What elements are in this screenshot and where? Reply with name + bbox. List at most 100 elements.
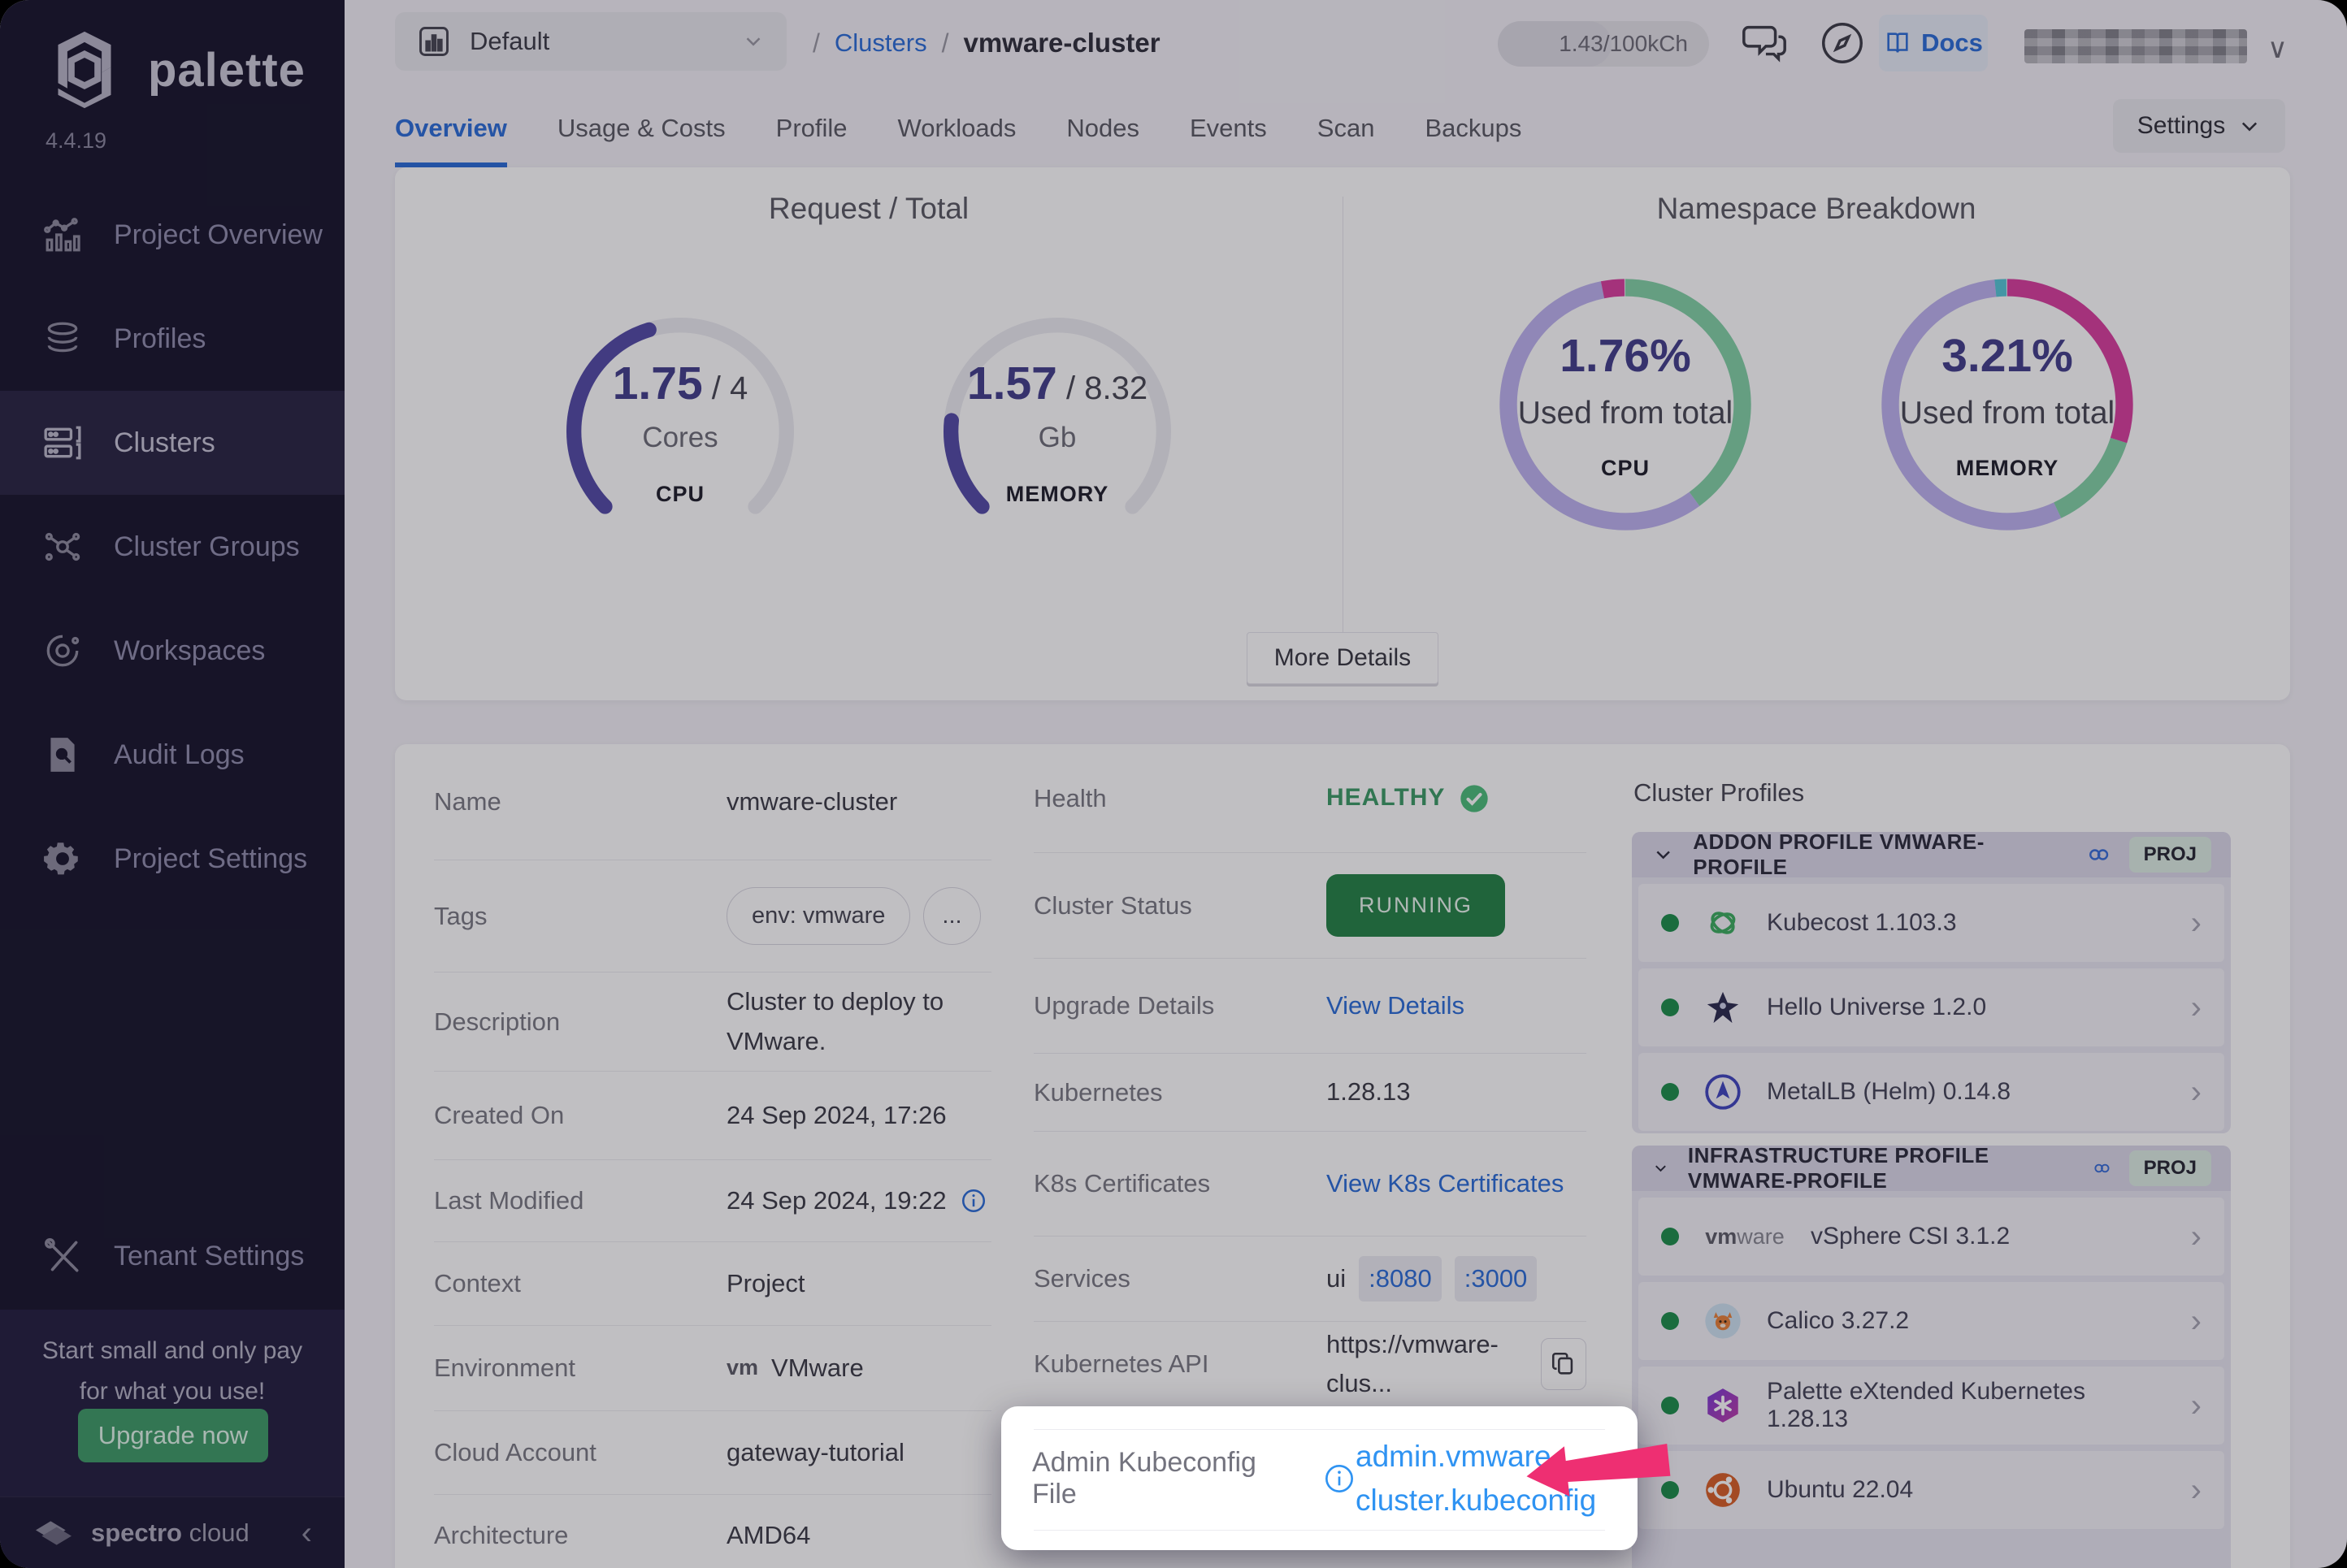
project-overview-icon: [42, 214, 83, 255]
detail-row-architecture: Architecture AMD64: [434, 1495, 991, 1568]
cpu-unit: Cores: [642, 422, 718, 454]
metallb-icon: [1703, 1072, 1743, 1112]
sidebar-item-label: Audit Logs: [114, 739, 245, 771]
memory-request-gauge: 1.57 / 8.32 Gb MEMORY: [930, 304, 1185, 559]
status-dot: [1661, 914, 1679, 932]
last-modified-value: 24 Sep 2024, 19:22: [727, 1181, 947, 1220]
promo-text: Start small and only pay for what you us…: [0, 1331, 345, 1411]
memory-used-percent: 3.21%: [1941, 329, 2073, 383]
user-menu-chevron-icon[interactable]: ∨: [2267, 32, 2288, 65]
profile-layer-calico[interactable]: Calico 3.27.2 ›: [1638, 1282, 2224, 1360]
detail-row-cloud-account: Cloud Account gateway-tutorial: [434, 1411, 991, 1495]
detail-row-modified: Last Modified 24 Sep 2024, 19:22: [434, 1160, 991, 1242]
user-account-redacted[interactable]: [2024, 29, 2247, 63]
chevron-right-icon: ›: [2191, 1472, 2202, 1509]
status-dot: [1661, 998, 1679, 1016]
service-port-link[interactable]: :3000: [1455, 1256, 1538, 1302]
cpu-used-caption: Used from total: [1518, 396, 1733, 431]
status-dot: [1661, 1312, 1679, 1330]
tab-backups[interactable]: Backups: [1425, 89, 1521, 167]
namespace-breakdown-title: Namespace Breakdown: [1343, 192, 2290, 226]
more-details-button[interactable]: More Details: [1247, 632, 1438, 684]
sidebar-item-tenant-settings[interactable]: Tenant Settings: [0, 1204, 345, 1308]
tab-profile[interactable]: Profile: [776, 89, 848, 167]
sidebar-item-workspaces[interactable]: Workspaces: [0, 599, 345, 703]
profile-layer-metallb[interactable]: MetalLB (Helm) 0.14.8 ›: [1638, 1053, 2224, 1131]
addon-profile-header[interactable]: ADDON PROFILE VMWARE-PROFILE PROJ: [1632, 832, 2231, 877]
scope-chart-icon: [416, 24, 452, 59]
status-dot: [1661, 1083, 1679, 1101]
view-k8s-certificates-link[interactable]: View K8s Certificates: [1326, 1164, 1564, 1203]
sidebar-item-label: Project Overview: [114, 219, 323, 251]
tools-icon: [42, 1236, 83, 1276]
project-scope-selector[interactable]: Default: [395, 12, 787, 71]
sidebar: palette 4.4.19 Project Overview Profiles: [0, 0, 345, 1568]
environment-value: VMware: [771, 1349, 864, 1388]
explore-compass-icon[interactable]: [1817, 18, 1868, 68]
sidebar-item-audit-logs[interactable]: Audit Logs: [0, 703, 345, 807]
profile-layer-palette-extended-kubernetes[interactable]: Palette eXtended Kubernetes 1.28.13 ›: [1638, 1367, 2224, 1445]
detail-row-kubernetes: Kubernetes 1.28.13: [1034, 1054, 1586, 1132]
profiles-icon: [42, 318, 83, 359]
service-name: ui: [1326, 1259, 1346, 1298]
docs-button[interactable]: Docs: [1879, 15, 1988, 71]
profile-layer-kubecost[interactable]: Kubecost 1.103.3 ›: [1638, 884, 2224, 962]
tab-workloads[interactable]: Workloads: [898, 89, 1017, 167]
workspaces-icon: [42, 630, 83, 671]
sidebar-item-clusters[interactable]: Clusters: [0, 391, 345, 495]
tab-usage-costs[interactable]: Usage & Costs: [557, 89, 726, 167]
project-scope-badge: PROJ: [2129, 837, 2211, 873]
detail-row-services: Services ui :8080 :3000: [1034, 1237, 1586, 1322]
memory-unit: Gb: [1039, 422, 1077, 454]
chevron-right-icon: ›: [2191, 1303, 2202, 1340]
sidebar-item-label: Project Settings: [114, 843, 307, 875]
view-details-link[interactable]: View Details: [1326, 986, 1464, 1025]
link-icon: [2087, 842, 2111, 867]
detail-row-certs: K8s Certificates View K8s Certificates: [1034, 1132, 1586, 1237]
tab-nodes[interactable]: Nodes: [1066, 89, 1139, 167]
feedback-chat-icon[interactable]: [1739, 18, 1790, 68]
breadcrumb-clusters-link[interactable]: Clusters: [835, 28, 927, 58]
profile-layer-ubuntu[interactable]: Ubuntu 22.04 ›: [1638, 1451, 2224, 1529]
sidebar-item-project-overview[interactable]: Project Overview: [0, 183, 345, 287]
palette-app-window: palette 4.4.19 Project Overview Profiles: [0, 0, 2347, 1568]
sidebar-item-project-settings[interactable]: Project Settings: [0, 807, 345, 911]
tab-scan[interactable]: Scan: [1317, 89, 1375, 167]
detail-row-upgrade: Upgrade Details View Details: [1034, 959, 1586, 1054]
tags-more-pill[interactable]: ...: [923, 887, 980, 945]
created-on-value: 24 Sep 2024, 17:26: [727, 1096, 991, 1135]
memory-namespace-donut: 3.21% Used from total MEMORY: [1877, 275, 2137, 535]
cpu-donut-label: CPU: [1601, 456, 1650, 481]
check-circle-icon: [1458, 782, 1490, 815]
request-total-section: Request / Total 1.75 / 4 Cores CPU: [395, 167, 1343, 700]
description-value: Cluster to deploy to VMware.: [727, 982, 991, 1060]
profile-layer-hello-universe[interactable]: Hello Universe 1.2.0 ›: [1638, 968, 2224, 1046]
tab-events[interactable]: Events: [1190, 89, 1267, 167]
service-port-link[interactable]: :8080: [1359, 1256, 1442, 1302]
health-status-value: HEALTHY: [1326, 779, 1445, 817]
tag-pill[interactable]: env: vmware: [727, 887, 910, 945]
cpu-namespace-donut: 1.76% Used from total CPU: [1495, 275, 1755, 535]
chevron-down-icon: [741, 29, 766, 54]
memory-request-value: 1.57: [967, 357, 1057, 409]
info-icon[interactable]: [1323, 1462, 1356, 1495]
settings-button[interactable]: Settings: [2113, 99, 2285, 153]
detail-row-name: Name vmware-cluster: [434, 744, 991, 860]
sidebar-item-profiles[interactable]: Profiles: [0, 287, 345, 391]
clusters-icon: [42, 422, 83, 463]
profile-layer-vsphere-csi[interactable]: vmware vSphere CSI 3.1.2 ›: [1638, 1198, 2224, 1276]
detail-row-status: Cluster Status RUNNING: [1034, 853, 1586, 959]
collapse-sidebar-icon[interactable]: ‹: [302, 1517, 312, 1549]
sidebar-item-label: Tenant Settings: [114, 1241, 304, 1272]
tab-overview[interactable]: Overview: [395, 89, 507, 167]
upgrade-now-button[interactable]: Upgrade now: [78, 1409, 268, 1462]
gear-icon: [42, 838, 83, 879]
admin-kubeconfig-label: Admin Kubeconfig File: [1032, 1447, 1308, 1510]
sidebar-item-cluster-groups[interactable]: Cluster Groups: [0, 495, 345, 599]
hello-universe-icon: [1704, 989, 1742, 1026]
infrastructure-profile-header[interactable]: INFRASTRUCTURE PROFILE VMWARE-PROFILE PR…: [1632, 1146, 2231, 1191]
kubecost-icon: [1703, 903, 1743, 943]
info-icon[interactable]: [960, 1187, 987, 1215]
top-bar: Default / Clusters / vmware-cluster 1.43…: [345, 0, 2347, 86]
copy-button[interactable]: [1541, 1338, 1586, 1390]
